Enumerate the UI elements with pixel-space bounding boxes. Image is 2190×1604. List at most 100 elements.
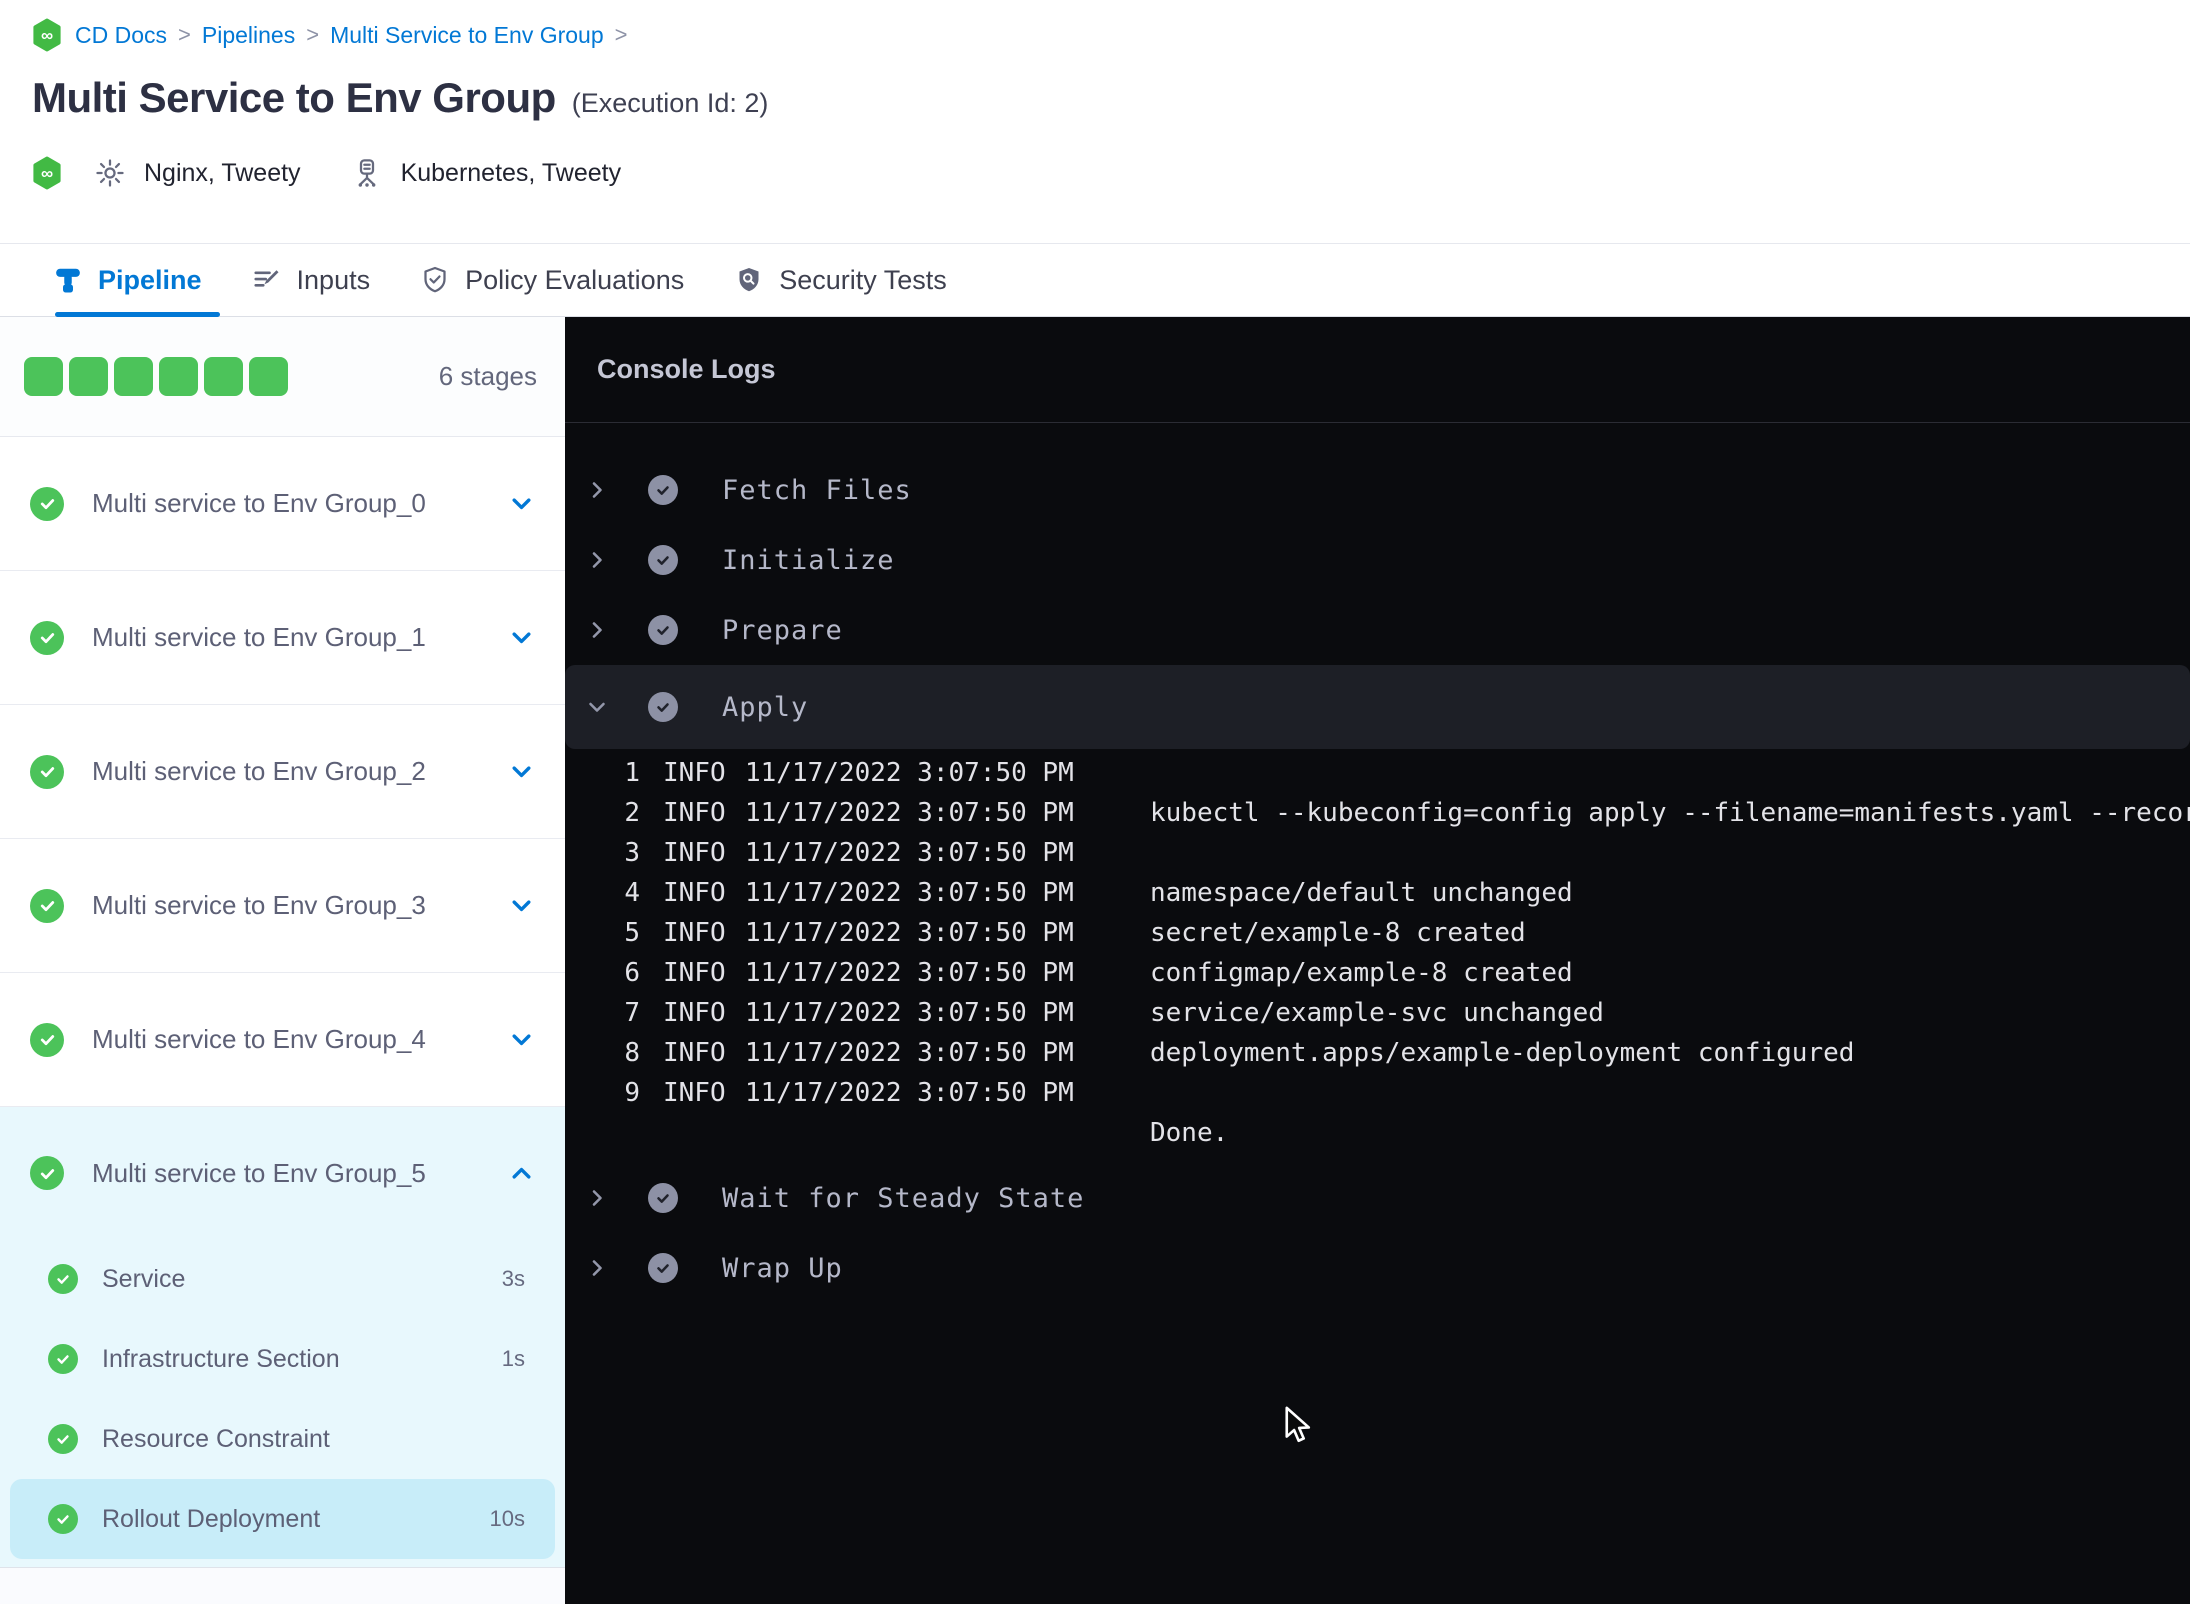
tab-pipeline[interactable]: Pipeline — [53, 265, 202, 296]
console-step-label: Wait for Steady State — [722, 1182, 1085, 1214]
step-label: Infrastructure Section — [102, 1344, 340, 1373]
step-row-resource-constraint[interactable]: Resource Constraint — [10, 1399, 555, 1479]
log-line: 7 INFO 11/17/2022 3:07:50 PM service/exa… — [565, 993, 2190, 1033]
step-duration: 10s — [489, 1506, 525, 1531]
console-logs-panel: Console Logs Fetch Files Initialize Prep… — [565, 317, 2190, 1604]
log-line: 2 INFO 11/17/2022 3:07:50 PM kubectl --k… — [565, 793, 2190, 833]
stage-progress-square[interactable] — [204, 357, 243, 396]
breadcrumb-separator: > — [306, 22, 320, 47]
chevron-right-icon[interactable] — [585, 1256, 609, 1280]
tab-security-label: Security Tests — [779, 264, 947, 295]
console-step-prepare[interactable]: Prepare — [565, 595, 2190, 665]
chevron-down-icon[interactable] — [508, 490, 535, 517]
stage-row[interactable]: Multi service to Env Group_1 — [0, 571, 565, 705]
success-check-icon — [48, 1504, 78, 1534]
log-message: kubectl --kubeconfig=config apply --file… — [1150, 798, 2190, 828]
log-line-number: 1 — [624, 758, 640, 788]
log-level: INFO — [663, 918, 726, 948]
log-line-number: 7 — [624, 998, 640, 1028]
chevron-down-icon[interactable] — [508, 892, 535, 919]
success-check-icon — [48, 1424, 78, 1454]
console-header: Console Logs — [565, 317, 2190, 423]
infrastructure-icon — [351, 157, 383, 189]
stage-sidebar: 6 stages Multi service to Env Group_0 Mu… — [0, 317, 565, 1604]
stages-count-label: 6 stages — [438, 361, 537, 391]
execution-meta-row: ∞ Nginx, Tweety Kubernetes, Tweety — [30, 150, 621, 196]
tab-pipeline-label: Pipeline — [98, 264, 202, 295]
stage-row[interactable]: Multi service to Env Group_3 — [0, 839, 565, 973]
chevron-down-icon[interactable] — [508, 1026, 535, 1053]
step-success-icon — [648, 615, 678, 645]
pipeline-icon — [53, 265, 83, 295]
log-level: INFO — [663, 798, 726, 828]
harness-cd-logo-icon: ∞ — [30, 156, 64, 190]
app-header: ∞ CD Docs > Pipelines > Multi Service to… — [0, 0, 2190, 244]
stage-row-expanded[interactable]: Multi service to Env Group_5 — [0, 1107, 565, 1239]
tab-security-tests[interactable]: Security Tests — [734, 265, 947, 296]
svg-text:∞: ∞ — [41, 164, 53, 183]
stage-label: Multi service to Env Group_1 — [92, 622, 426, 652]
chevron-down-icon[interactable] — [508, 624, 535, 651]
stage-progress-square[interactable] — [24, 357, 63, 396]
step-row-service[interactable]: Service 3s — [10, 1239, 555, 1319]
console-step-label: Apply — [722, 691, 809, 723]
stage-row[interactable]: Multi service to Env Group_4 — [0, 973, 565, 1107]
success-check-icon — [48, 1344, 78, 1374]
breadcrumb-link-pipelines[interactable]: Pipelines — [202, 22, 295, 49]
infrastructure-label: Kubernetes, Tweety — [400, 158, 622, 187]
stage-progress-square[interactable] — [249, 357, 288, 396]
console-step-fetch-files[interactable]: Fetch Files — [565, 455, 2190, 525]
chevron-right-icon[interactable] — [585, 548, 609, 572]
stage-label: Multi service to Env Group_4 — [92, 1024, 426, 1054]
stage-row[interactable]: Multi service to Env Group_2 — [0, 705, 565, 839]
console-step-label: Fetch Files — [722, 474, 912, 506]
chevron-down-icon[interactable] — [508, 758, 535, 785]
log-level: INFO — [663, 1078, 726, 1108]
chevron-up-icon[interactable] — [508, 1160, 535, 1187]
tab-inputs[interactable]: Inputs — [252, 264, 371, 296]
step-label: Service — [102, 1264, 186, 1293]
console-step-wait-for-steady-state[interactable]: Wait for Steady State — [565, 1163, 2190, 1233]
log-message: configmap/example-8 created — [1150, 958, 1573, 988]
step-label: Rollout Deployment — [102, 1504, 321, 1533]
inputs-icon — [252, 265, 282, 295]
log-level: INFO — [663, 998, 726, 1028]
step-row-rollout-deployment[interactable]: Rollout Deployment 10s — [10, 1479, 555, 1559]
gear-icon — [94, 157, 126, 189]
execution-id-label: (Execution Id: 2) — [571, 88, 769, 118]
step-success-icon — [648, 545, 678, 575]
console-step-apply[interactable]: Apply — [565, 665, 2190, 749]
chevron-right-icon[interactable] — [585, 478, 609, 502]
tab-policy-evaluations[interactable]: Policy Evaluations — [420, 265, 684, 296]
stage-row[interactable]: Multi service to Env Group_0 — [0, 437, 565, 571]
stage-progress-section: 6 stages — [0, 317, 565, 437]
chevron-right-icon[interactable] — [585, 618, 609, 642]
log-line-number: 5 — [624, 918, 640, 948]
log-timestamp: 11/17/2022 3:07:50 PM — [745, 838, 1074, 868]
success-check-icon — [30, 486, 64, 521]
tab-inputs-label: Inputs — [296, 264, 371, 295]
log-message: Done. — [1150, 1118, 1229, 1148]
log-timestamp: 11/17/2022 3:07:50 PM — [745, 1078, 1074, 1108]
log-level: INFO — [663, 958, 726, 988]
breadcrumb: ∞ CD Docs > Pipelines > Multi Service to… — [30, 18, 628, 52]
log-line: 8 INFO 11/17/2022 3:07:50 PM deployment.… — [565, 1033, 2190, 1073]
step-duration: 1s — [501, 1346, 525, 1371]
chevron-right-icon[interactable] — [585, 1186, 609, 1210]
log-line: 4 INFO 11/17/2022 3:07:50 PM namespace/d… — [565, 873, 2190, 913]
chevron-down-icon[interactable] — [585, 695, 609, 719]
breadcrumb-link-cd-docs[interactable]: CD Docs — [75, 22, 167, 49]
stage-progress-square[interactable] — [159, 357, 198, 396]
stage-progress-square[interactable] — [114, 357, 153, 396]
success-check-icon — [30, 754, 64, 789]
console-step-initialize[interactable]: Initialize — [565, 525, 2190, 595]
success-check-icon — [30, 1156, 64, 1190]
breadcrumb-link-pipeline-name[interactable]: Multi Service to Env Group — [330, 22, 604, 49]
log-line-number: 3 — [624, 838, 640, 868]
console-title: Console Logs — [597, 354, 776, 384]
step-success-icon — [648, 692, 678, 722]
console-step-wrap-up[interactable]: Wrap Up — [565, 1233, 2190, 1303]
stage-progress-square[interactable] — [69, 357, 108, 396]
step-row-infrastructure[interactable]: Infrastructure Section 1s — [10, 1319, 555, 1399]
step-success-icon — [648, 1183, 678, 1213]
